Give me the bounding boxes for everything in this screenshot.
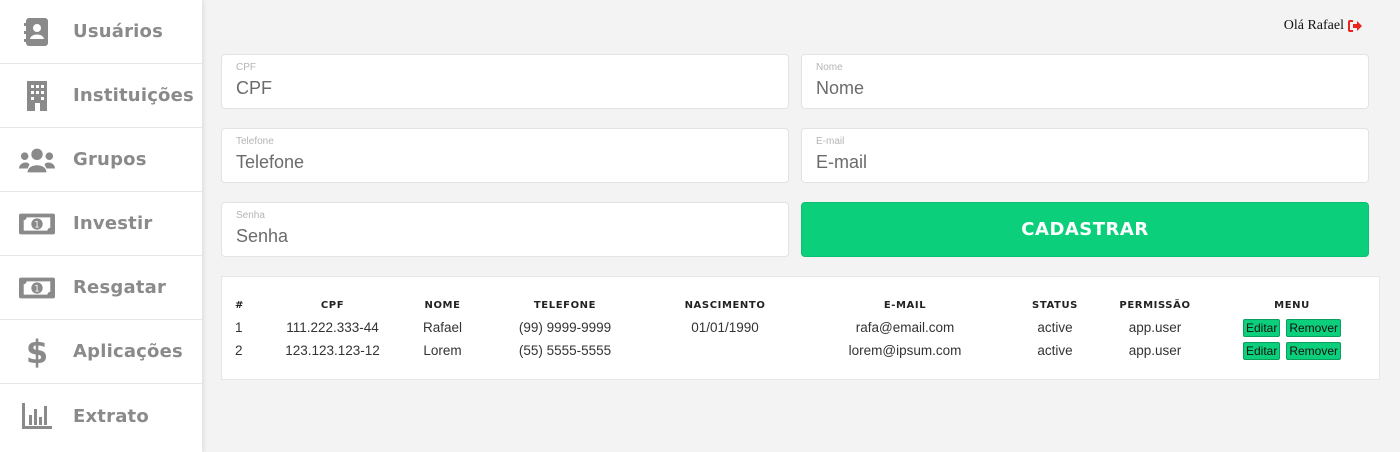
cell-permissao: app.user [1128,320,1182,335]
greeting-text: Olá Rafael [1283,18,1344,33]
column-header-nome: NOME [424,299,461,311]
cell-email: lorem@ipsum.com [848,343,962,358]
column-header-email: E-MAIL [883,299,927,311]
cell-status: active [1037,343,1073,358]
building-icon [19,80,55,111]
telefone-label: Telefone [236,136,274,147]
sidebar: Usuários Instituições Grupos 1 Investir … [0,0,202,452]
svg-text:1: 1 [34,220,39,230]
cell-nascimento: 01/01/1990 [691,320,759,335]
svg-text:$: $ [27,336,47,368]
sidebar-item-usuarios[interactable]: Usuários [0,0,202,64]
sidebar-item-instituicoes[interactable]: Instituições [0,64,202,128]
cell-menu: Editar Remover [1205,339,1379,362]
cell-nome: Lorem [423,343,462,358]
nome-label: Nome [816,62,843,73]
sidebar-item-label: Investir [73,213,153,234]
senha-field: Senha [221,202,789,257]
column-header-nascimento: NASCIMENTO [684,299,766,311]
dollar-sign-icon: $ [19,336,55,368]
users-icon [19,147,55,173]
cell-email: rafa@email.com [855,320,955,335]
cadastrar-button[interactable]: CADASTRAR [801,202,1369,257]
users-table-card: # CPF NOME TELEFONE NASCIMENTO E-MAIL ST… [221,276,1380,380]
column-header-num: # [235,299,244,311]
sidebar-item-investir[interactable]: 1 Investir [0,192,202,256]
cell-num: 2 [235,343,243,358]
nome-input[interactable] [816,78,1346,99]
cpf-field: CPF [221,54,789,109]
table-row: 2 123.123.123-12 Lorem (55) 5555-5555 lo… [222,339,1379,362]
email-input[interactable] [816,152,1346,173]
edit-button[interactable]: Editar [1242,318,1281,337]
cell-menu: Editar Remover [1205,316,1379,339]
column-header-telefone: TELEFONE [533,299,597,311]
cell-nascimento [645,339,805,362]
cell-cpf: 111.222.333-44 [286,320,379,335]
address-book-icon [19,17,55,47]
cell-telefone: (99) 9999-9999 [518,320,612,335]
table-row: 1 111.222.333-44 Rafael (99) 9999-9999 0… [222,316,1379,339]
cell-num: 1 [235,320,243,335]
cpf-label: CPF [236,62,256,73]
sidebar-item-grupos[interactable]: Grupos [0,128,202,192]
sidebar-item-extrato[interactable]: Extrato [0,384,202,448]
cell-permissao: app.user [1128,343,1182,358]
sidebar-item-aplicacoes[interactable]: $ Aplicações [0,320,202,384]
column-header-status: STATUS [1032,299,1078,311]
telefone-input[interactable] [236,152,766,173]
sidebar-item-label: Aplicações [73,341,183,362]
cell-nome: Rafael [422,320,463,335]
sidebar-item-label: Usuários [73,21,164,42]
remove-button[interactable]: Remover [1286,318,1342,337]
sidebar-item-label: Resgatar [73,277,167,298]
email-label: E-mail [816,136,845,147]
cpf-input[interactable] [236,78,766,99]
column-header-menu: MENU [1274,299,1310,311]
sidebar-item-label: Extrato [73,405,149,427]
column-header-permissao: PERMISSÃO [1119,299,1191,311]
cell-telefone: (55) 5555-5555 [518,343,612,358]
remove-button[interactable]: Remover [1286,341,1342,360]
svg-text:1: 1 [34,284,39,294]
cell-status: active [1037,320,1073,335]
money-bill-icon: 1 [19,213,55,235]
user-greeting: Olá Rafael [1284,18,1362,34]
sidebar-item-label: Grupos [73,149,147,170]
email-field: E-mail [801,128,1369,183]
column-header-cpf: CPF [320,299,345,311]
telefone-field: Telefone [221,128,789,183]
table-header-row: # CPF NOME TELEFONE NASCIMENTO E-MAIL ST… [222,294,1379,316]
senha-input[interactable] [236,226,766,247]
sidebar-item-label: Instituições [73,85,194,106]
edit-button[interactable]: Editar [1242,341,1281,360]
sidebar-item-resgatar[interactable]: 1 Resgatar [0,256,202,320]
money-bill-icon: 1 [19,277,55,299]
nome-field: Nome [801,54,1369,109]
senha-label: Senha [236,210,265,221]
cell-cpf: 123.123.123-12 [285,343,380,358]
users-table: # CPF NOME TELEFONE NASCIMENTO E-MAIL ST… [222,294,1379,362]
bar-chart-icon [19,403,55,429]
sign-out-icon[interactable] [1348,20,1362,32]
